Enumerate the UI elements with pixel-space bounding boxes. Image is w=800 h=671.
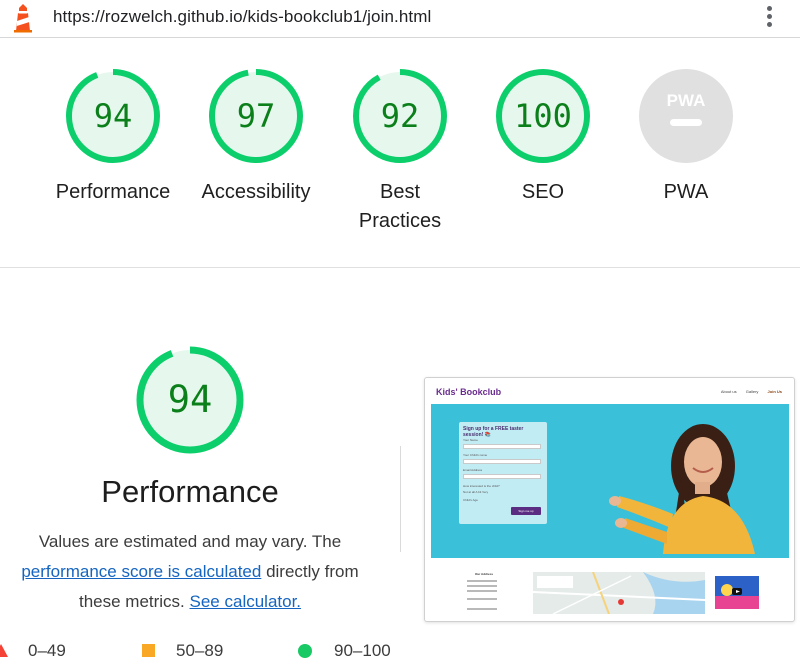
gauge-ring: 92: [353, 69, 447, 163]
thumb-form-title: Sign up for a FREE taster session! 📚: [463, 426, 524, 438]
thumb-field-label: How interested is the child?: [463, 484, 500, 488]
legend-text: 90–100: [334, 641, 391, 660]
performance-title: Performance: [101, 474, 279, 509]
gauge-label: SEO: [521, 181, 565, 203]
gauge-label: Best Practices: [330, 178, 470, 236]
section-divider: [400, 446, 401, 552]
thumb-field: [463, 474, 541, 479]
pass-circle-icon: [298, 644, 312, 658]
gauge-score: 100: [514, 97, 572, 135]
video-thumbnail-image: [715, 576, 759, 609]
gauge-ring: 100: [496, 69, 590, 163]
pwa-badge-text: PWA: [667, 91, 706, 110]
thumb-signup-form: Sign up for a FREE taster session! 📚 You…: [459, 422, 547, 524]
gauge-label: Accessibility: [201, 181, 311, 203]
thumb-field-label: Email Address: [463, 468, 483, 472]
thumb-nav-item: Join Us: [767, 389, 782, 394]
thumb-footer-line: [467, 585, 497, 587]
final-screenshot[interactable]: Kids' Bookclub About us Gallery Join Us …: [424, 377, 795, 622]
kebab-menu-icon[interactable]: [762, 4, 776, 32]
desc-text: Values are estimated and may vary. The: [38, 532, 342, 551]
thumb-field: [463, 459, 541, 464]
thumb-nav-links: About us Gallery Join Us: [713, 389, 782, 394]
lighthouse-icon: [14, 4, 32, 33]
gauge-pwa[interactable]: PWA PWA: [616, 68, 756, 207]
thumb-nav-item: About us: [720, 389, 737, 394]
gauge-ring: 97: [209, 69, 303, 163]
gauge-score: 97: [237, 97, 276, 135]
pwa-badge-icon: PWA: [639, 69, 733, 163]
gauge-ring: 94: [66, 69, 160, 163]
thumb-hero: Sign up for a FREE taster session! 📚 You…: [431, 404, 789, 558]
legend-text: 50–89: [176, 641, 224, 660]
thumb-field-label: Your Name: [463, 438, 478, 442]
gauge-label: Performance: [55, 181, 171, 203]
thumb-footer: Our Address: [425, 564, 794, 619]
thumb-brand: Kids' Bookclub: [436, 387, 502, 397]
average-square-icon: [142, 644, 155, 657]
gauge-label-line: Best: [379, 181, 421, 203]
score-gauges: 94 Performance 97 Accessibility 92 Best …: [0, 38, 800, 268]
thumb-footer-line: [467, 590, 497, 592]
performance-description: Values are estimated and may vary. The p…: [0, 527, 380, 617]
thumb-nav-item: Gallery: [745, 389, 759, 394]
legend-text: 0–49: [28, 641, 66, 660]
thumb-map: [533, 572, 705, 614]
thumb-submit-button: Sign me up: [511, 507, 541, 515]
score-legend: 0–49 50–89 90–100: [0, 640, 420, 664]
gauge-label: PWA: [663, 181, 709, 203]
thumb-footer-line: [467, 598, 497, 600]
see-calculator-link[interactable]: See calculator.: [190, 592, 302, 611]
thumb-age-label: Child's Age: [463, 498, 478, 502]
thumb-field-label: Your Child's name: [463, 453, 488, 457]
thumb-field: [463, 444, 541, 449]
performance-score: 94: [168, 378, 213, 421]
thumb-footer-line: [467, 608, 497, 610]
thumb-navbar: Kids' Bookclub About us Gallery Join Us: [425, 378, 794, 406]
thumb-video: [715, 576, 759, 609]
map-image: [533, 572, 705, 614]
url-text[interactable]: https://rozwelch.github.io/kids-bookclub…: [53, 7, 431, 27]
thumb-radio-options: Not at all A bit Very: [463, 490, 489, 494]
thumb-footer-line: [467, 580, 497, 582]
gauge-label-line: Practices: [358, 210, 442, 232]
gauge-accessibility[interactable]: 97 Accessibility: [186, 68, 326, 207]
gauge-seo[interactable]: 100 SEO: [473, 68, 613, 207]
thumb-footer-title: Our Address: [475, 572, 494, 576]
url-bar: https://rozwelch.github.io/kids-bookclub…: [0, 0, 800, 38]
gauge-performance[interactable]: 94 Performance: [43, 68, 183, 207]
gauge-best-practices[interactable]: 92 Best Practices: [330, 68, 470, 236]
gauge-score: 92: [381, 97, 420, 135]
fail-triangle-icon: [0, 644, 8, 657]
gauge-score: 94: [94, 97, 133, 135]
performance-gauge: 94: [136, 346, 244, 454]
score-calculated-link[interactable]: performance score is calculated: [21, 562, 261, 581]
